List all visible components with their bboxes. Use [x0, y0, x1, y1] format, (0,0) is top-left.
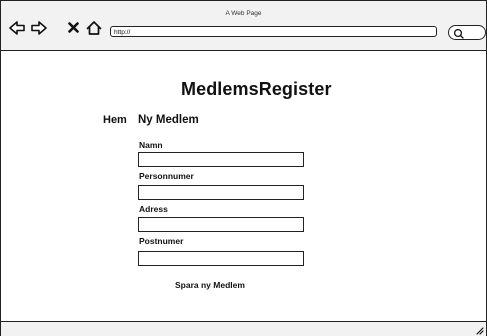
window-title: A Web Page: [225, 10, 262, 17]
personnumer-label: Personnumer: [139, 171, 194, 181]
back-button[interactable]: [9, 20, 25, 38]
resize-grip-icon[interactable]: [475, 326, 484, 335]
postnumer-label: Postnumer: [139, 236, 184, 246]
home-button[interactable]: [86, 20, 102, 38]
postnumer-input[interactable]: [138, 251, 304, 266]
stop-button[interactable]: [68, 22, 79, 40]
forward-button[interactable]: [31, 20, 47, 38]
forward-arrow-icon: [31, 21, 47, 35]
browser-window: A Web Page http:// MedlemsRegister Hem N…: [0, 0, 487, 336]
home-icon: [86, 21, 102, 35]
address-label: Adress: [139, 204, 168, 214]
address-bar[interactable]: http://: [110, 26, 437, 37]
address-input[interactable]: [138, 217, 304, 232]
search-icon: [453, 28, 464, 39]
close-icon: [68, 22, 79, 33]
status-bar: [1, 321, 486, 336]
back-arrow-icon: [9, 21, 25, 35]
page-content: MedlemsRegister Hem Ny Medlem Namn Perso…: [1, 51, 486, 321]
name-input[interactable]: [138, 152, 304, 167]
form-title: Ny Medlem: [138, 114, 199, 126]
page-title: MedlemsRegister: [181, 79, 332, 99]
search-field[interactable]: [448, 25, 486, 40]
nav-link-home[interactable]: Hem: [103, 114, 127, 126]
name-label: Namn: [139, 140, 163, 150]
save-member-button[interactable]: Spara ny Medlem: [175, 280, 245, 290]
personnumer-input[interactable]: [138, 185, 304, 200]
browser-toolbar: A Web Page http://: [1, 1, 486, 51]
